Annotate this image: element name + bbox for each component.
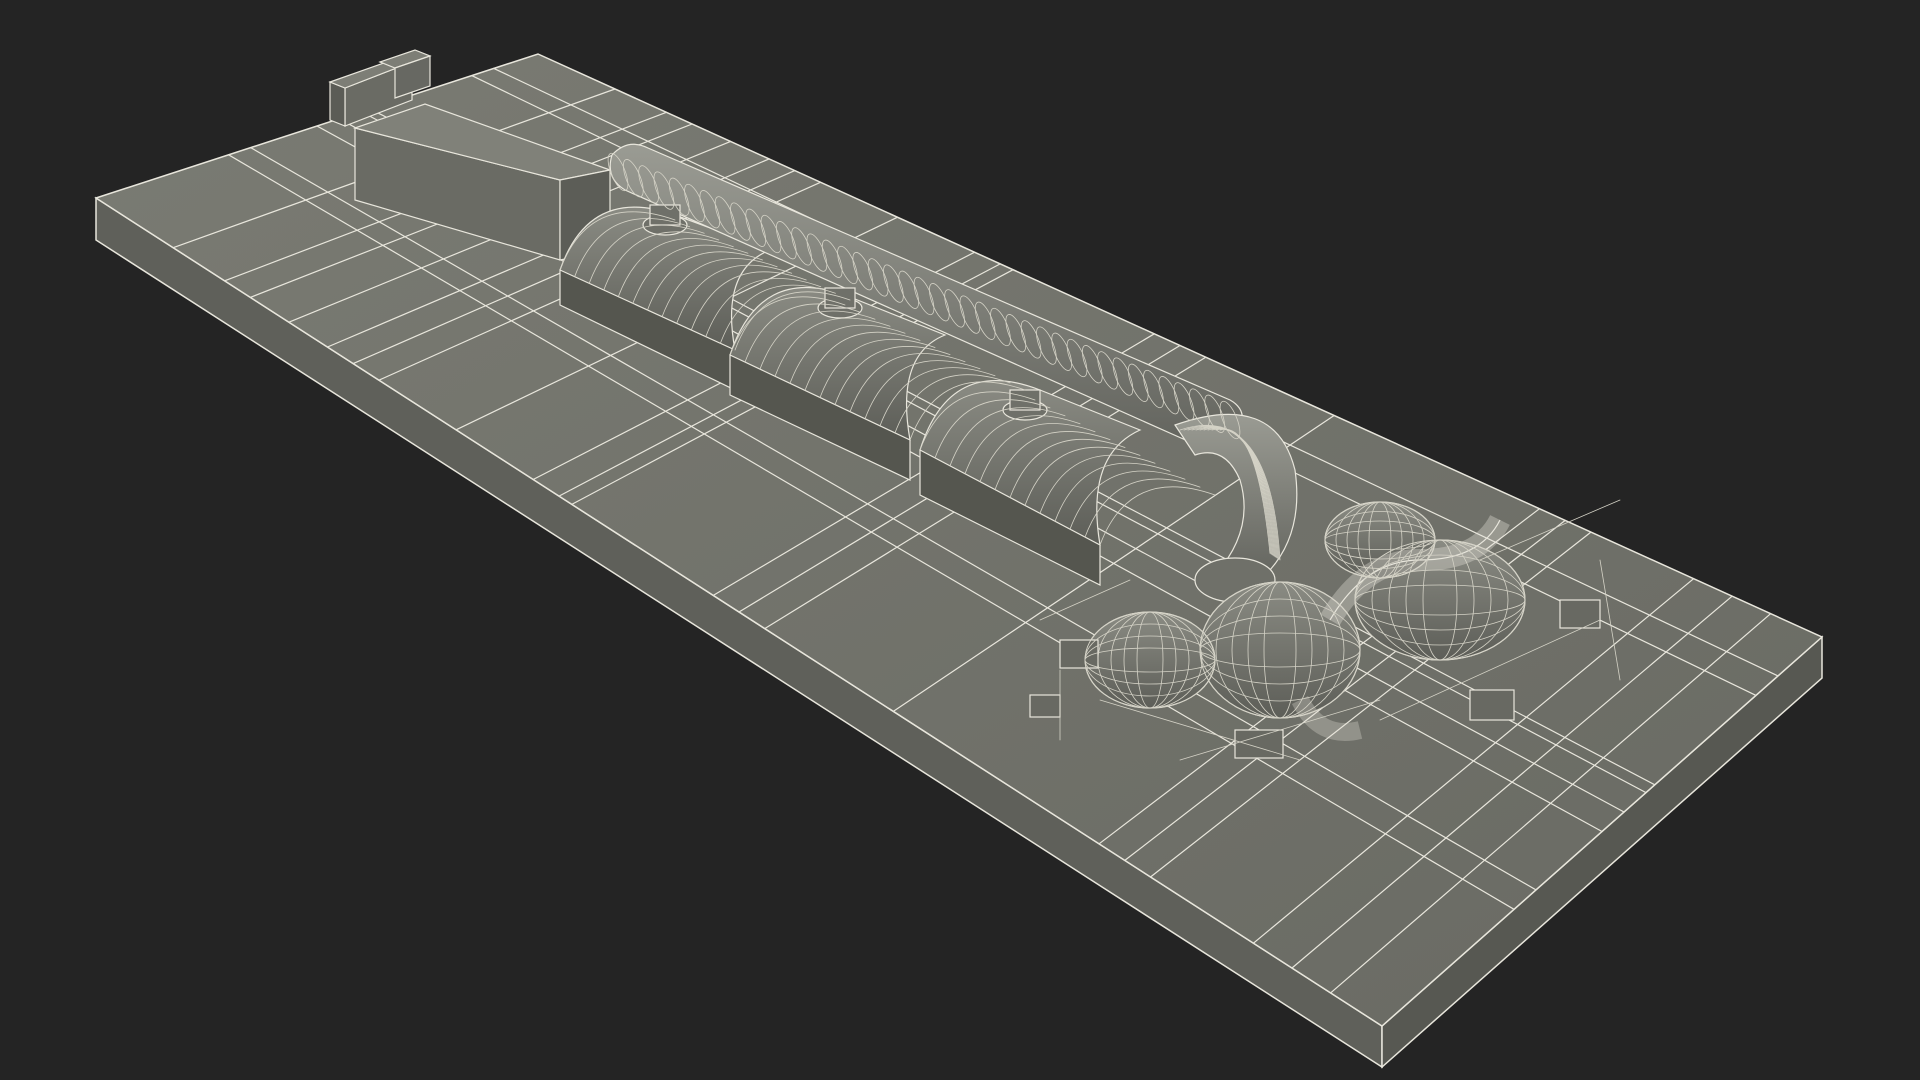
render-viewport (0, 0, 1920, 1080)
turbine-casing-left (1084, 611, 1216, 709)
